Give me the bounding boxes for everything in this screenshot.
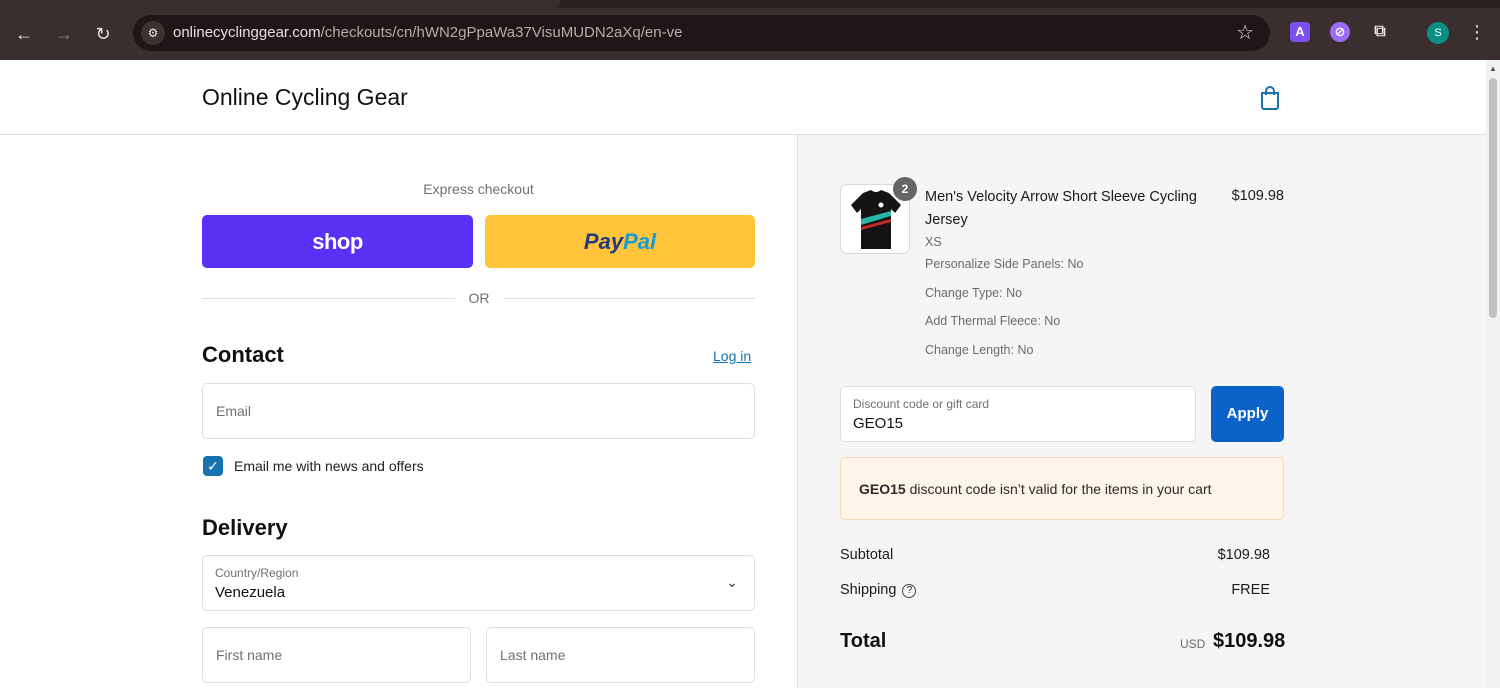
total-currency: USD xyxy=(1180,637,1206,651)
product-option: Change Type: No xyxy=(925,286,1023,300)
first-name-field[interactable]: First name xyxy=(202,627,471,683)
bookmark-star-icon[interactable]: ☆ xyxy=(1236,20,1254,45)
reload-icon[interactable]: ↻ xyxy=(91,22,115,46)
email-placeholder: Email xyxy=(216,403,252,419)
browser-toolbar: ← → ↻ ⚙ onlinecyclinggear.com/checkouts/… xyxy=(0,0,1500,60)
active-tab[interactable] xyxy=(0,0,560,8)
browser-menu-icon[interactable]: ⋮ xyxy=(1468,20,1486,44)
express-checkout-label: Express checkout xyxy=(423,181,534,197)
country-label: Country/Region xyxy=(215,566,299,580)
newsletter-checkbox[interactable]: ✓ xyxy=(203,456,223,476)
back-icon[interactable]: ← xyxy=(12,22,36,46)
address-bar[interactable]: ⚙ onlinecyclinggear.com/checkouts/cn/hWN… xyxy=(133,15,1270,51)
first-name-placeholder: First name xyxy=(216,647,283,663)
discount-value: GEO15 xyxy=(853,415,904,432)
url-text[interactable]: onlinecyclinggear.com/checkouts/cn/hWN2g… xyxy=(173,24,682,41)
product-option: Change Length: No xyxy=(925,343,1034,357)
scroll-up-icon[interactable]: ▲ xyxy=(1489,64,1497,73)
chevron-down-icon: ⌄ xyxy=(726,574,738,590)
extension-purple-icon[interactable]: ⊘ xyxy=(1330,22,1350,42)
quantity-badge: 2 xyxy=(893,177,917,201)
or-label: OR xyxy=(455,290,503,306)
newsletter-label[interactable]: Email me with news and offers xyxy=(234,458,424,474)
product-price: $109.98 xyxy=(1231,188,1284,204)
apply-discount-button[interactable]: Apply xyxy=(1211,386,1284,442)
paypal-pal-text: Pal xyxy=(623,229,657,254)
shop-pay-button[interactable]: shop xyxy=(202,215,473,268)
subtotal-label: Subtotal xyxy=(840,547,894,563)
total-label: Total xyxy=(840,630,887,652)
scroll-thumb[interactable] xyxy=(1489,78,1497,318)
extension-a-icon[interactable]: A xyxy=(1290,22,1310,42)
country-select[interactable]: Country/Region Venezuela ⌄ xyxy=(202,555,755,611)
paypal-pay-text: Pay xyxy=(583,229,624,254)
product-option: Add Thermal Fleece: No xyxy=(925,314,1061,328)
checkout-header: Online Cycling Gear xyxy=(0,60,1486,135)
login-link[interactable]: Log in xyxy=(713,348,751,364)
product-option: Personalize Side Panels: No xyxy=(925,257,1084,271)
shopping-bag-icon[interactable] xyxy=(1259,85,1281,111)
delivery-heading: Delivery xyxy=(202,515,288,540)
shipping-label: Shipping? xyxy=(840,582,917,598)
last-name-field[interactable]: Last name xyxy=(486,627,755,683)
discount-error-text: GEO15 discount code isn’t valid for the … xyxy=(859,481,1212,497)
page-scrollbar[interactable]: ▲ xyxy=(1486,60,1500,688)
checkout-page: Online Cycling Gear Express checkout sho… xyxy=(0,60,1486,688)
subtotal-value: $109.98 xyxy=(1217,547,1270,563)
forward-icon[interactable]: → xyxy=(52,22,76,46)
paypal-button[interactable]: PayPal xyxy=(485,215,755,268)
email-field[interactable]: Email xyxy=(202,383,755,439)
profile-avatar[interactable]: S xyxy=(1427,22,1449,44)
brand-name[interactable]: Online Cycling Gear xyxy=(202,84,408,111)
help-icon[interactable]: ? xyxy=(902,584,917,598)
contact-heading: Contact xyxy=(202,342,284,367)
discount-error-banner: GEO15 discount code isn’t valid for the … xyxy=(840,457,1284,520)
total-value: $109.98 xyxy=(1213,630,1286,652)
shipping-value: FREE xyxy=(1231,582,1270,598)
discount-label: Discount code or gift card xyxy=(853,397,990,411)
product-name: Men's Velocity Arrow Short Sleeve Cyclin… xyxy=(925,189,1197,228)
extensions-puzzle-icon[interactable]: ⧉ xyxy=(1370,22,1390,42)
last-name-placeholder: Last name xyxy=(500,647,566,663)
product-option: XS xyxy=(925,235,942,249)
site-info-icon[interactable]: ⚙ xyxy=(141,21,165,45)
tab-strip xyxy=(0,0,1500,8)
discount-code-field[interactable]: Discount code or gift card GEO15 xyxy=(840,386,1196,442)
country-value: Venezuela xyxy=(215,584,286,601)
